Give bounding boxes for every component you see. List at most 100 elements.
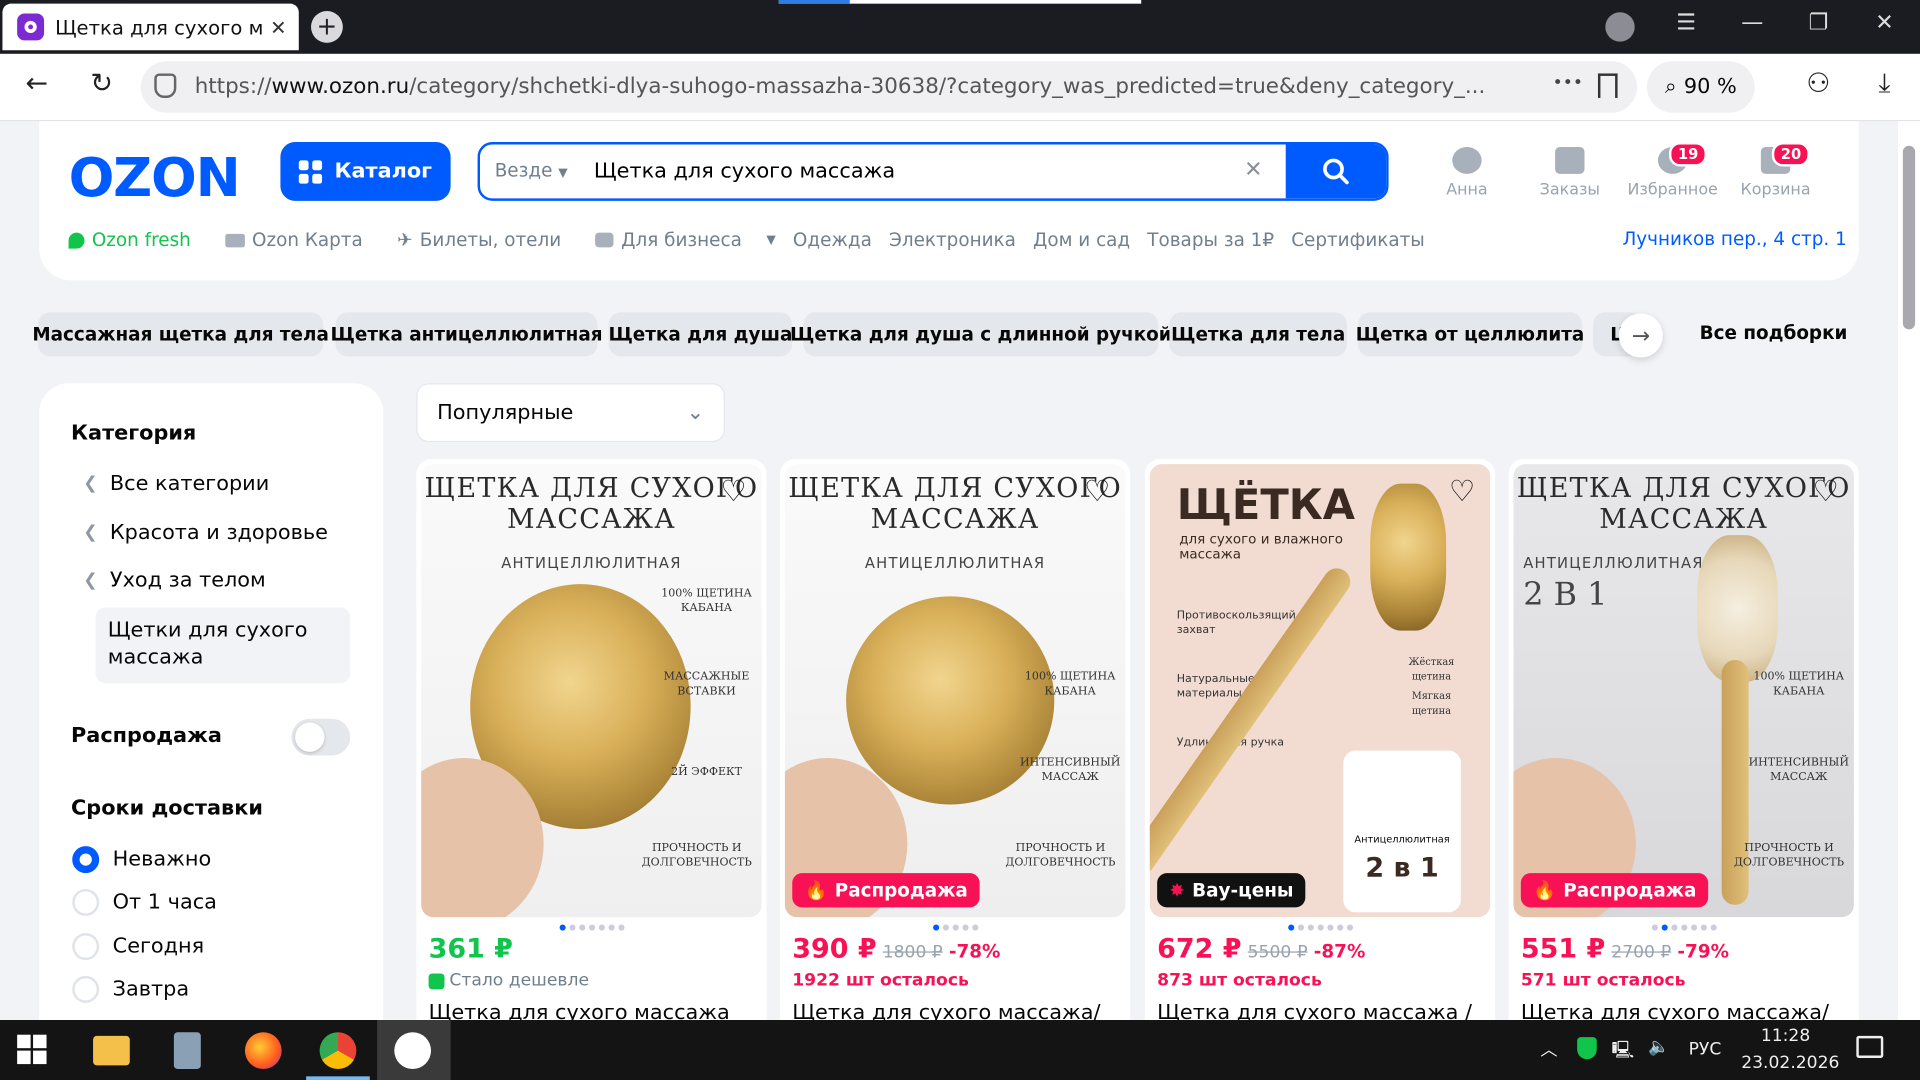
- menu-item-ozon-fresh[interactable]: Ozon fresh: [68, 228, 208, 252]
- shield-icon[interactable]: [154, 73, 177, 98]
- network-icon[interactable]: 🖳: [1611, 1037, 1634, 1066]
- minimize-icon[interactable]: —: [1734, 10, 1771, 36]
- ozon-logo[interactable]: OZON: [69, 147, 241, 209]
- file-explorer-icon[interactable]: [93, 1035, 130, 1066]
- delivery-radio-1h[interactable]: [72, 888, 100, 916]
- favorite-heart-icon[interactable]: ♡: [1446, 476, 1478, 508]
- product-card[interactable]: ЩЕТКА ДЛЯ СУХОГО МАССАЖА АНТИЦЕЛЛЮЛИТНАЯ…: [780, 459, 1131, 1035]
- clock-date[interactable]: 23.02.2026: [1741, 1053, 1839, 1073]
- product-card[interactable]: ЩЕТКА ДЛЯ СУХОГО МАССАЖА АНТИЦЕЛЛЮЛИТНАЯ…: [1508, 459, 1859, 1035]
- bookmark-icon[interactable]: [1597, 73, 1618, 98]
- menu-item-home-garden[interactable]: Дом и сад: [1033, 228, 1130, 252]
- category-selected[interactable]: Щетки для сухого массажа: [95, 607, 351, 684]
- close-window-icon[interactable]: ✕: [1866, 10, 1903, 36]
- menu-item-clothes[interactable]: Одежда: [793, 228, 872, 252]
- image-note: Антицеллюлитная: [1345, 833, 1459, 845]
- firefox-icon[interactable]: [244, 1032, 282, 1069]
- image-note: ПРОЧНОСТЬ И ДОЛГОВЕЧНОСТЬ: [641, 842, 752, 870]
- url-field[interactable]: https://www.ozon.ru/category/shchetki-dl…: [140, 61, 1638, 113]
- browser-tab[interactable]: Щетка для сухого масс ✕: [2, 3, 299, 51]
- restore-icon[interactable]: ❐: [1800, 10, 1837, 36]
- product-image[interactable]: ЩЁТКА для сухого и влажного массажа Прот…: [1149, 464, 1491, 918]
- chip-shower-brush[interactable]: Щетка для душа: [608, 312, 792, 357]
- menu-item-ozon-card[interactable]: Ozon Карта: [225, 228, 380, 252]
- price: 672 ₽5500 ₽ -87%: [1157, 934, 1365, 965]
- menu-label: Ozon Карта: [252, 228, 363, 252]
- delivery-radio-today[interactable]: [72, 933, 100, 961]
- menu-item-certificates[interactable]: Сертификаты: [1291, 228, 1425, 252]
- page-scrollbar[interactable]: [1897, 121, 1920, 1021]
- security-shield-icon[interactable]: [1577, 1037, 1597, 1060]
- image-note: ПРОЧНОСТЬ И ДОЛГОВЕЧНОСТЬ: [1733, 842, 1845, 870]
- chip-cellulite-brush[interactable]: Щетка от целлюлита: [1356, 312, 1584, 357]
- sale-filter-label: Распродажа: [71, 723, 222, 749]
- delivery-radio-tomorrow[interactable]: [72, 975, 100, 1003]
- chip-anticellulite[interactable]: Щетка антицеллюлитная: [331, 312, 603, 357]
- profile-link[interactable]: Анна: [1418, 146, 1516, 200]
- calculator-icon[interactable]: [173, 1032, 201, 1069]
- volume-icon[interactable]: 🔈: [1648, 1037, 1669, 1057]
- search-input[interactable]: Щетка для сухого массажа: [594, 159, 895, 183]
- chips-next-icon[interactable]: →: [1618, 313, 1663, 358]
- new-tab-button[interactable]: +: [311, 11, 343, 43]
- product-image[interactable]: ЩЕТКА ДЛЯ СУХОГО МАССАЖА АНТИЦЕЛЛЮЛИТНАЯ…: [421, 464, 762, 918]
- product-card[interactable]: ЩЁТКА для сухого и влажного массажа Прот…: [1144, 459, 1496, 1035]
- cart-link[interactable]: Корзина 20: [1727, 142, 1825, 200]
- menu-item-tickets[interactable]: ✈ Билеты, отели: [397, 228, 578, 252]
- reload-icon[interactable]: ↻: [83, 69, 120, 100]
- menu-item-electronics[interactable]: Электроника: [889, 228, 1016, 252]
- orders-link[interactable]: Заказы: [1521, 146, 1619, 200]
- category-beauty[interactable]: ❮ Красота и здоровье: [83, 520, 328, 544]
- image-subtitle: АНТИЦЕЛЛЮЛИТНАЯ: [501, 554, 682, 572]
- plane-icon: ✈: [397, 228, 413, 252]
- clear-search-icon[interactable]: ✕: [1244, 157, 1262, 183]
- top-menu: Ozon fresh Ozon Карта ✈ Билеты, отели Для…: [68, 228, 1442, 252]
- product-image[interactable]: ЩЕТКА ДЛЯ СУХОГО МАССАЖА АНТИЦЕЛЛЮЛИТНАЯ…: [1513, 464, 1854, 918]
- clock-time[interactable]: 11:28: [1761, 1026, 1810, 1046]
- delivery-label-tomorrow: Завтра: [112, 977, 190, 1002]
- back-icon[interactable]: ←: [18, 69, 55, 100]
- all-selections-link[interactable]: Все подборки: [1700, 322, 1848, 344]
- chevron-left-icon: ❮: [83, 522, 98, 543]
- menu-icon[interactable]: ☰: [1668, 10, 1705, 36]
- favorite-heart-icon[interactable]: ♡: [1810, 476, 1842, 508]
- sort-select[interactable]: Популярные ⌄: [416, 383, 725, 443]
- favorite-heart-icon[interactable]: ♡: [1081, 476, 1113, 508]
- chevron-down-icon: ⌄: [686, 400, 705, 425]
- more-icon[interactable]: •••: [1553, 73, 1583, 93]
- catalog-button[interactable]: Каталог: [280, 142, 451, 201]
- notifications-icon[interactable]: [1856, 1035, 1884, 1058]
- image-note: Жёсткая щетина: [1408, 656, 1455, 683]
- favorites-link[interactable]: Избранное 19: [1624, 142, 1722, 200]
- search-button[interactable]: [1285, 144, 1387, 199]
- chrome-icon[interactable]: [319, 1032, 357, 1069]
- start-windows-icon[interactable]: [17, 1034, 47, 1065]
- language-indicator[interactable]: РУС: [1689, 1040, 1722, 1060]
- menu-item-business[interactable]: Для бизнеса ▼: [595, 228, 776, 252]
- chip-long-handle[interactable]: Щетка для душа с длинной ручкой: [790, 312, 1172, 357]
- product-card[interactable]: ЩЕТКА ДЛЯ СУХОГО МАССАЖА АНТИЦЕЛЛЮЛИТНАЯ…: [416, 459, 767, 1035]
- close-tab-icon[interactable]: ✕: [270, 15, 286, 38]
- profile-avatar-icon[interactable]: [1605, 12, 1635, 42]
- menu-item-one-ruble[interactable]: Товары за 1₽: [1147, 228, 1274, 252]
- category-label: Красота и здоровье: [109, 520, 328, 545]
- extensions-icon[interactable]: ⚇: [1800, 69, 1837, 100]
- image-note: 100% ЩЕТИНА КАБАНА: [661, 587, 752, 615]
- download-icon[interactable]: ⤓: [1866, 69, 1903, 100]
- tray-chevron-up-icon[interactable]: ︿: [1540, 1037, 1557, 1061]
- category-body-care[interactable]: ❮ Уход за телом: [83, 568, 265, 592]
- delivery-address-link[interactable]: Лучников пер., 4 стр. 1: [1622, 228, 1846, 250]
- zoom-control[interactable]: ⌕ 90 %: [1646, 61, 1755, 113]
- scrollbar-thumb[interactable]: [1902, 145, 1916, 330]
- tab-title: Щетка для сухого масс: [55, 15, 264, 39]
- favorite-heart-icon[interactable]: ♡: [718, 476, 750, 508]
- product-image[interactable]: ЩЕТКА ДЛЯ СУХОГО МАССАЖА АНТИЦЕЛЛЮЛИТНАЯ…: [784, 464, 1126, 918]
- search-scope-select[interactable]: Везде ▼: [495, 159, 568, 181]
- sale-toggle[interactable]: [291, 718, 351, 756]
- chip-body-brush[interactable]: Щетка для тела: [1169, 312, 1347, 357]
- category-all[interactable]: ❮ Все категории: [83, 471, 269, 495]
- chip-massage-brush[interactable]: Массажная щетка для тела: [32, 312, 329, 357]
- delivery-radio-any[interactable]: [72, 846, 100, 874]
- sale-label: 🔥 Распродажа: [1520, 873, 1709, 908]
- search-icon: [1323, 158, 1349, 185]
